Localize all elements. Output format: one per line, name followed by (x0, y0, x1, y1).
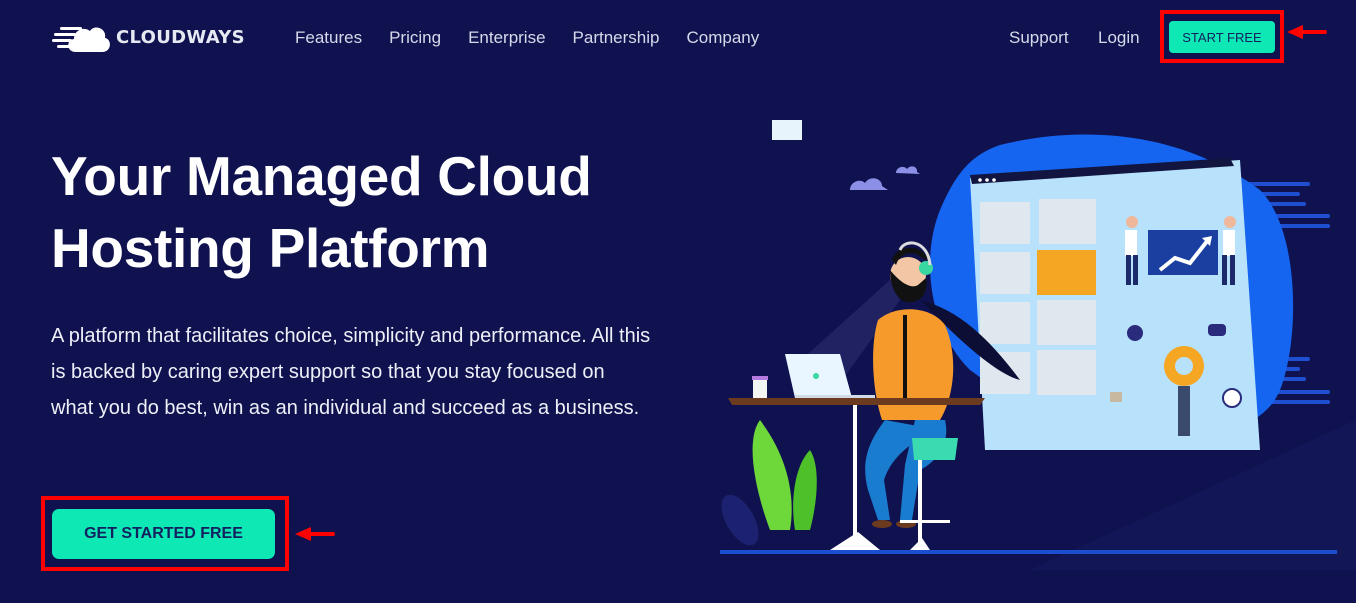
main-nav: Features Pricing Enterprise Partnership … (295, 28, 786, 48)
hero-title-line2: Hosting Platform (51, 217, 490, 279)
cloud-speed-icon (52, 27, 110, 52)
logo-text: CLOUDWAYS (116, 26, 245, 48)
highlighted-card (1037, 250, 1096, 295)
hero-description: A platform that facilitates choice, simp… (51, 325, 651, 419)
nav-enterprise[interactable]: Enterprise (468, 28, 545, 48)
plant (721, 120, 817, 546)
floor-line (720, 550, 1337, 554)
nav-partnership[interactable]: Partnership (573, 28, 660, 48)
hero-title-line1: Your Managed Cloud (51, 145, 592, 207)
coffee-cup (753, 378, 767, 398)
cloud-icon (896, 166, 920, 174)
red-arrow-icon (295, 527, 335, 541)
get-started-free-button[interactable]: GET STARTED FREE (52, 509, 275, 559)
cloudways-logo[interactable]: CLOUDWAYS (52, 20, 245, 54)
desk (728, 398, 985, 405)
phone-icon (1127, 325, 1143, 341)
hand-arm (1178, 386, 1190, 436)
nav-company[interactable]: Company (686, 28, 759, 48)
chat-icon (1208, 324, 1226, 336)
login-link-wrap: Login (1098, 28, 1140, 48)
red-arrow-icon (1287, 25, 1327, 39)
mail-icon (1110, 392, 1122, 402)
support-agent-illustration (720, 120, 1356, 570)
cloud-icon (850, 178, 888, 190)
login-link[interactable]: Login (1098, 28, 1140, 47)
nav-features[interactable]: Features (295, 28, 362, 48)
hero-title: Your Managed Cloud Hosting Platform (51, 140, 691, 284)
support-link[interactable]: Support (1009, 28, 1069, 47)
growth-chart-block (1148, 230, 1218, 275)
support-link-wrap: Support (1009, 28, 1069, 48)
clock-icon (1222, 388, 1242, 408)
nav-pricing[interactable]: Pricing (389, 28, 441, 48)
start-free-button[interactable]: START FREE (1169, 21, 1275, 53)
stool-seat (912, 438, 958, 460)
